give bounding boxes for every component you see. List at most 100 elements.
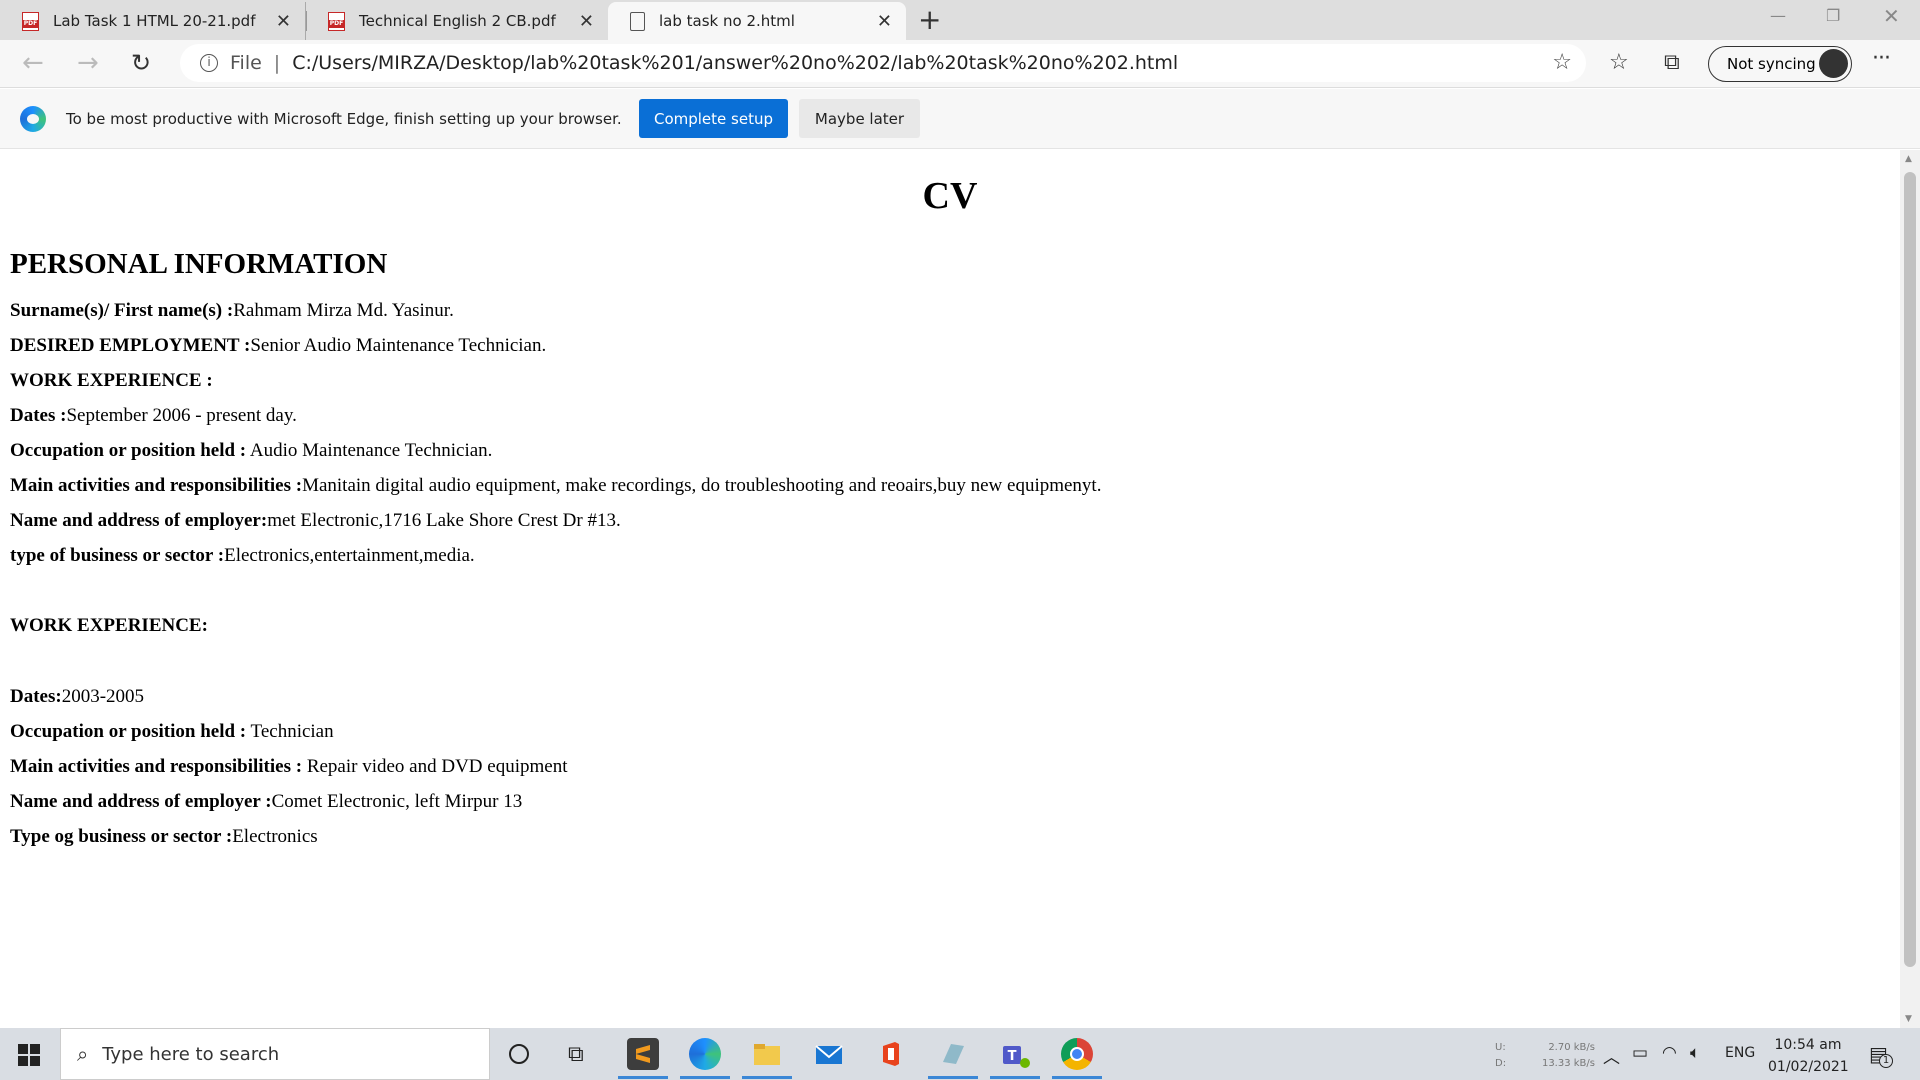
- cv-row-label: Surname(s)/ First name(s) :: [10, 300, 234, 321]
- tab-technical-english-pdf[interactable]: Technical English 2 CB.pdf ✕: [305, 2, 608, 40]
- cv-row-value: Repair video and DVD equipment: [302, 756, 568, 777]
- cv-row: Name and address of employer :Comet Elec…: [10, 791, 522, 813]
- pdf-icon: [22, 11, 39, 31]
- search-placeholder: Type here to search: [102, 1043, 280, 1065]
- tab-label: Technical English 2 CB.pdf: [359, 12, 556, 30]
- clock-time: 10:54 am: [1774, 1037, 1842, 1053]
- close-icon[interactable]: ✕: [276, 11, 291, 32]
- close-icon[interactable]: ✕: [579, 11, 594, 32]
- file-explorer-icon[interactable]: [742, 1038, 792, 1079]
- scroll-down-icon[interactable]: ▼: [1905, 1014, 1912, 1024]
- tab-lab-task-1-pdf[interactable]: Lab Task 1 HTML 20-21.pdf ✕: [0, 2, 305, 40]
- volume-icon[interactable]: 🔈︎: [1690, 1043, 1700, 1063]
- cv-row: DESIRED EMPLOYMENT :Senior Audio Mainten…: [10, 335, 546, 357]
- cv-row-label: Main activities and responsibilities :: [10, 756, 303, 777]
- new-tab-button[interactable]: +: [918, 4, 941, 36]
- maybe-later-button[interactable]: Maybe later: [799, 99, 920, 138]
- clock-date: 01/02/2021: [1768, 1059, 1849, 1075]
- tab-label: lab task no 2.html: [659, 12, 795, 30]
- windows-taskbar: ⌕ Type here to search ⧉ T U: 2.70 kB/s D:…: [0, 1028, 1920, 1080]
- more-options-icon[interactable]: ···: [1872, 46, 1891, 71]
- edge-taskbar-icon[interactable]: [680, 1038, 730, 1079]
- back-button[interactable]: ←: [22, 48, 44, 78]
- favorites-icon[interactable]: ☆: [1609, 50, 1629, 75]
- page-title: CV: [922, 175, 978, 217]
- cv-row-label: WORK EXPERIENCE:: [10, 615, 208, 636]
- download-label: D:: [1495, 1058, 1507, 1069]
- teams-icon[interactable]: T: [990, 1038, 1040, 1079]
- file-icon: [630, 11, 645, 31]
- battery-icon[interactable]: ▭: [1632, 1043, 1648, 1063]
- tab-lab-task-no-2-html[interactable]: lab task no 2.html ✕: [608, 2, 906, 40]
- page-content: CV PERSONAL INFORMATION Surname(s)/ Firs…: [0, 150, 1900, 1028]
- collections-icon[interactable]: ⧉: [1664, 50, 1680, 75]
- add-favorite-icon[interactable]: ☆: [1552, 50, 1572, 75]
- mail-icon[interactable]: [813, 1038, 845, 1070]
- restore-button[interactable]: ❐: [1826, 6, 1840, 25]
- taskbar-search-box[interactable]: ⌕ Type here to search: [60, 1028, 490, 1080]
- close-icon[interactable]: ✕: [877, 11, 892, 32]
- cv-row: Type og business or sector :Electronics: [10, 826, 318, 848]
- scroll-thumb[interactable]: [1904, 172, 1916, 967]
- sublime-text-icon[interactable]: [618, 1038, 668, 1079]
- upload-speed: 2.70 kB/s: [1548, 1042, 1595, 1053]
- cv-row-value: Senior Audio Maintenance Technician.: [250, 335, 547, 356]
- upload-label: U:: [1495, 1042, 1506, 1053]
- minimize-button[interactable]: —: [1770, 6, 1786, 25]
- pdf-icon: [328, 11, 345, 31]
- edge-logo-icon: [20, 105, 46, 132]
- clock[interactable]: 10:54 am 01/02/2021: [1768, 1034, 1849, 1078]
- cv-row-value: Technician: [246, 721, 334, 742]
- task-view-icon[interactable]: ⧉: [568, 1042, 584, 1067]
- search-icon: ⌕: [77, 1042, 89, 1066]
- cv-row-label: Occupation or position held :: [10, 721, 247, 742]
- cv-row-label: DESIRED EMPLOYMENT :: [10, 335, 251, 356]
- cv-row: Dates:2003-2005: [10, 686, 144, 708]
- address-bar[interactable]: i File | C:/Users/MIRZA/Desktop/lab%20ta…: [180, 44, 1586, 82]
- complete-setup-button[interactable]: Complete setup: [639, 99, 788, 138]
- svg-text:T: T: [1008, 1049, 1017, 1064]
- wifi-icon[interactable]: ◠: [1662, 1043, 1677, 1063]
- cv-row-label: type of business or sector :: [10, 545, 225, 566]
- cortana-icon[interactable]: [509, 1044, 529, 1064]
- cv-row-label: Name and address of employer:: [10, 510, 268, 531]
- tab-strip: Lab Task 1 HTML 20-21.pdf ✕ Technical En…: [0, 0, 1920, 40]
- close-window-button[interactable]: ✕: [1883, 4, 1900, 28]
- forward-button[interactable]: →: [77, 48, 99, 78]
- language-indicator[interactable]: ENG: [1725, 1045, 1755, 1061]
- cv-row-label: Main activities and responsibilities :: [10, 475, 303, 496]
- cv-row-label: WORK EXPERIENCE :: [10, 370, 213, 391]
- cv-row: Occupation or position held : Audio Main…: [10, 440, 492, 462]
- sync-label: Not syncing: [1727, 55, 1816, 73]
- cv-row-label: Occupation or position held :: [10, 440, 247, 461]
- cv-row: type of business or sector :Electronics,…: [10, 545, 475, 567]
- notification-count: 1: [1879, 1054, 1893, 1068]
- vertical-scrollbar[interactable]: ▲ ▼: [1900, 150, 1920, 1028]
- profile-sync-button[interactable]: Not syncing: [1708, 46, 1852, 82]
- download-speed: 13.33 kB/s: [1541, 1058, 1595, 1069]
- url-scheme: File: [230, 52, 262, 74]
- office-icon[interactable]: [875, 1038, 907, 1070]
- cv-row: Name and address of employer:met Electro…: [10, 510, 621, 532]
- chevron-up-icon[interactable]: ︿: [1603, 1043, 1620, 1068]
- section-heading: PERSONAL INFORMATION: [10, 248, 388, 280]
- setup-infobar: To be most productive with Microsoft Edg…: [0, 89, 1920, 149]
- cv-row-value: 2003-2005: [61, 686, 145, 707]
- cv-row-value: Audio Maintenance Technician.: [246, 440, 493, 461]
- refresh-button[interactable]: ↻: [131, 48, 151, 78]
- cv-row-label: Dates :: [10, 405, 67, 426]
- windows-start-icon[interactable]: [18, 1044, 40, 1066]
- url-text[interactable]: C:/Users/MIRZA/Desktop/lab%20task%201/an…: [292, 52, 1178, 74]
- info-icon[interactable]: i: [200, 54, 218, 72]
- cv-row-value: September 2006 - present day.: [66, 405, 297, 426]
- notification-center-icon[interactable]: ▤ 1: [1869, 1042, 1893, 1068]
- cv-row-value: Electronics,entertainment,media.: [224, 545, 475, 566]
- scroll-up-icon[interactable]: ▲: [1905, 154, 1912, 164]
- cv-row-label: Type og business or sector :: [10, 826, 233, 847]
- chrome-icon[interactable]: [1052, 1038, 1102, 1079]
- cv-row-value: Rahmam Mirza Md. Yasinur.: [233, 300, 454, 321]
- cv-row: Surname(s)/ First name(s) :Rahmam Mirza …: [10, 300, 454, 322]
- cv-row-value: Manitain digital audio equipment, make r…: [302, 475, 1102, 496]
- app-icon[interactable]: [928, 1038, 978, 1079]
- cv-row-value: Electronics: [232, 826, 318, 847]
